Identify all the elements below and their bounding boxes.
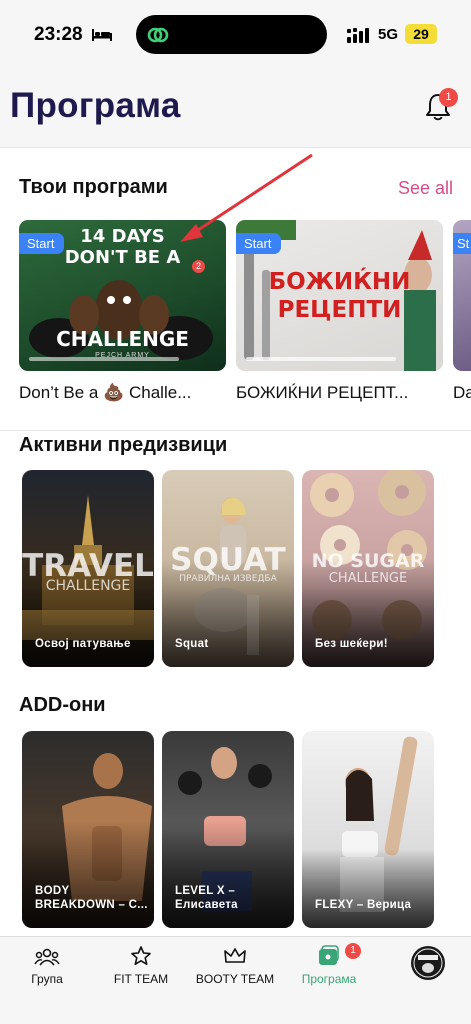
program-icon xyxy=(319,945,339,965)
cover-small-word: ПРАВИЛНА ИЗВЕДБА xyxy=(179,574,277,584)
notification-badge: 1 xyxy=(439,88,458,107)
tab-label: Група xyxy=(31,972,63,986)
challenge-label: Без шеќери! xyxy=(315,638,388,650)
program-title[interactable]: БОЖИЌНИ РЕЦЕПТ... xyxy=(236,383,436,403)
addon-label-line: BODY xyxy=(35,885,70,897)
tab-label: BOOTY TEAM xyxy=(195,972,275,986)
addon-card[interactable]: BODY BREAKDOWN – C... xyxy=(22,731,154,928)
challenge-label: Освој патување xyxy=(35,638,131,650)
tab-group[interactable]: Група xyxy=(14,937,80,997)
addon-label: BODY BREAKDOWN – C... xyxy=(35,884,148,912)
card-shade xyxy=(302,849,434,928)
tab-fit-team[interactable]: FIT TEAM xyxy=(106,937,176,997)
challenge-card[interactable]: SQUAT ПРАВИЛНА ИЗВЕДБА Squat xyxy=(162,470,294,667)
tab-label: FIT TEAM xyxy=(113,972,169,986)
tab-badge: 1 xyxy=(345,943,361,959)
page-header: Програма xyxy=(0,70,471,148)
addon-label: FLEXY – Верица xyxy=(315,898,411,912)
status-bar: 23:28 5G 29 xyxy=(0,0,471,70)
addon-label-line: LEVEL X – xyxy=(175,885,236,897)
addon-label-line: BREAKDOWN – C... xyxy=(35,899,148,911)
battery-indicator: 29 xyxy=(405,24,437,44)
program-title[interactable]: Da xyxy=(453,383,471,403)
bottom-tab-bar: Група FIT TEAM BOOTY TEAM 1 Програма xyxy=(0,936,471,1024)
tab-label: Програма xyxy=(301,972,357,986)
chain-link-icon xyxy=(147,27,169,43)
addon-label-line: FLEXY – Верица xyxy=(315,899,412,911)
cover-small-word: CHALLENGE xyxy=(328,571,408,586)
section-divider xyxy=(0,430,471,431)
network-type: 5G xyxy=(378,26,399,43)
profile-avatar xyxy=(411,946,445,980)
addon-label-line: Елисавета xyxy=(175,899,238,911)
star-icon xyxy=(131,946,151,966)
status-time: 23:28 xyxy=(34,24,83,45)
signal-icon xyxy=(347,28,369,43)
challenge-card[interactable]: TRAVEL CHALLENGE Освој патување xyxy=(22,470,154,667)
addon-card[interactable]: LEVEL X – Елисавета xyxy=(162,731,294,928)
challenges-title: Активни предизвици xyxy=(19,434,228,456)
page-title: Програма xyxy=(10,86,181,125)
tab-program[interactable]: 1 Програма xyxy=(296,937,362,997)
crown-icon xyxy=(224,948,246,963)
dynamic-island xyxy=(136,15,327,54)
tab-profile[interactable] xyxy=(404,937,452,997)
cover-big-word: SQUAT xyxy=(170,542,286,578)
challenge-card[interactable]: NO SUGAR CHALLENGE Без шеќери! xyxy=(302,470,434,667)
addon-label: LEVEL X – Елисавета xyxy=(175,884,238,912)
sleep-focus-icon xyxy=(92,29,112,41)
addons-title: ADD-они xyxy=(19,694,106,716)
cover-big-word: NO SUGAR xyxy=(311,550,425,572)
challenge-label: Squat xyxy=(175,638,209,650)
group-icon xyxy=(34,948,60,966)
addon-card[interactable]: FLEXY – Верица xyxy=(302,731,434,928)
tab-booty-team[interactable]: BOOTY TEAM xyxy=(194,937,276,997)
program-title[interactable]: Don’t Be a 💩 Challe... xyxy=(19,383,219,403)
cover-small-word: CHALLENGE xyxy=(45,578,131,594)
